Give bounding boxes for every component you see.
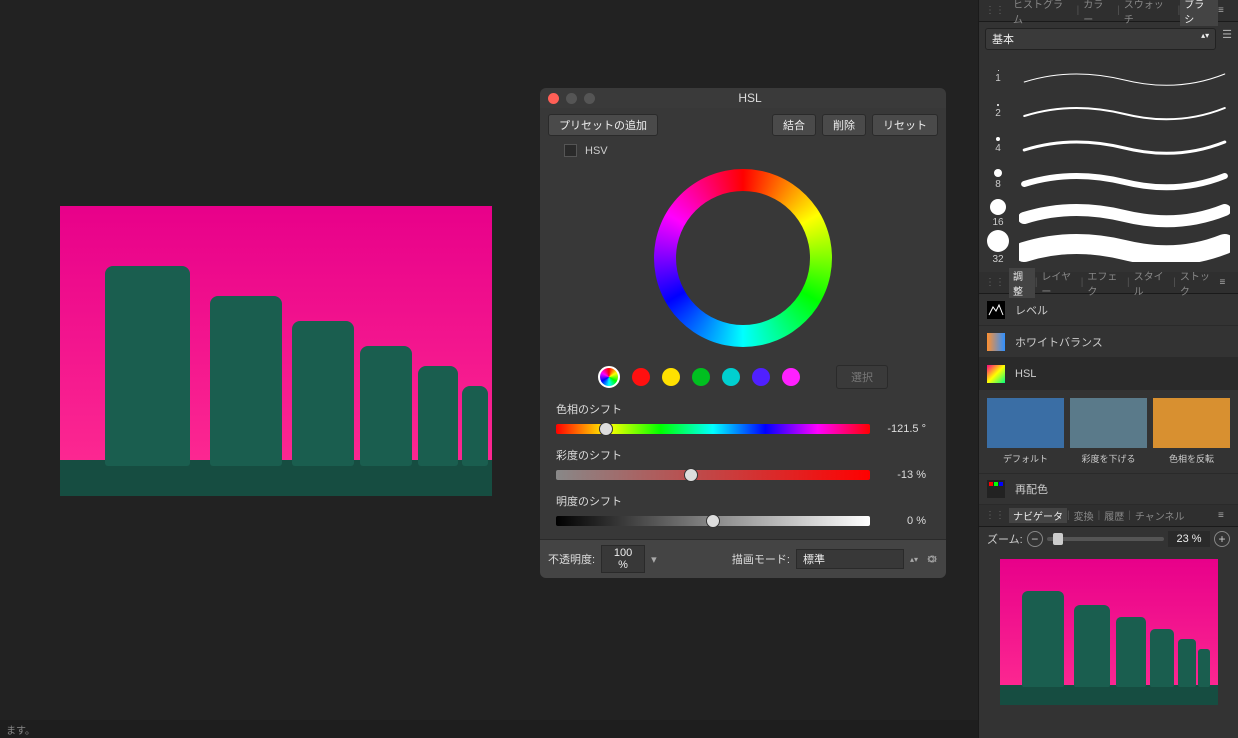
zoom-value[interactable]: 23 % xyxy=(1168,531,1210,547)
panel-menu-icon[interactable]: ≡ xyxy=(1218,5,1232,16)
brush-category-select[interactable]: 基本▴▾ xyxy=(985,28,1216,50)
mid-tabbar: ⋮⋮ 調整 | レイヤー | エフェク | スタイル | ストック ≡ xyxy=(979,272,1238,294)
right-panel: ⋮⋮ ヒストグラム | カラー | スウォッチ | ブラシ ≡ 基本▴▾ ☰ 1… xyxy=(978,0,1238,738)
zoom-out-button[interactable]: − xyxy=(1027,531,1043,547)
panel-menu-icon[interactable]: ≡ xyxy=(1218,510,1232,521)
hsl-icon xyxy=(987,365,1005,383)
close-icon[interactable] xyxy=(548,93,559,104)
master-swatch[interactable] xyxy=(598,366,620,388)
swatch-magenta[interactable] xyxy=(782,368,800,386)
navigator-thumbnail[interactable] xyxy=(1000,559,1218,705)
lum-slider[interactable] xyxy=(556,516,870,526)
tab-history[interactable]: 履歴 xyxy=(1100,508,1128,523)
sat-value[interactable]: -13 % xyxy=(878,467,930,483)
dialog-titlebar[interactable]: HSL xyxy=(540,88,946,108)
top-tabbar: ⋮⋮ ヒストグラム | カラー | スウォッチ | ブラシ ≡ xyxy=(979,0,1238,22)
swatch-green[interactable] xyxy=(692,368,710,386)
tab-navigator[interactable]: ナビゲータ xyxy=(1009,508,1067,523)
nav-tabbar: ⋮⋮ ナビゲータ | 変換 | 履歴 | チャンネル ≡ xyxy=(979,505,1238,527)
hue-shift-label: 色相のシフト xyxy=(556,401,930,417)
hue-slider[interactable] xyxy=(556,424,870,434)
adjust-white-balance[interactable]: ホワイトバランス xyxy=(979,326,1238,358)
tab-stock[interactable]: ストック xyxy=(1176,268,1220,298)
blend-label: 描画モード: xyxy=(732,551,790,567)
levels-icon xyxy=(987,301,1005,319)
blend-select[interactable]: 標準 xyxy=(796,549,904,569)
tab-channels[interactable]: チャンネル xyxy=(1131,508,1189,523)
dialog-title: HSL xyxy=(562,91,938,105)
brush-row[interactable]: 1 xyxy=(987,60,1230,94)
brush-row[interactable]: 16 xyxy=(987,196,1230,230)
adjust-recolor[interactable]: 再配色 xyxy=(979,473,1238,505)
preset-row: デフォルト 彩度を下げる 色相を反転 xyxy=(979,390,1238,473)
hsv-label: HSV xyxy=(585,145,608,157)
zoom-slider[interactable] xyxy=(1047,537,1164,541)
list-view-icon[interactable]: ☰ xyxy=(1222,28,1232,50)
hsv-checkbox[interactable] xyxy=(564,144,577,157)
brush-row[interactable]: 8 xyxy=(987,162,1230,196)
color-wheel[interactable] xyxy=(654,169,832,347)
lum-value[interactable]: 0 % xyxy=(878,513,930,529)
adjust-hsl[interactable]: HSL xyxy=(979,358,1238,390)
swatch-blue[interactable] xyxy=(752,368,770,386)
panel-menu-icon[interactable]: ≡ xyxy=(1220,277,1232,288)
tab-effects[interactable]: エフェク xyxy=(1083,268,1127,298)
preset-invert-hue[interactable]: 色相を反転 xyxy=(1153,398,1230,465)
preset-default[interactable]: デフォルト xyxy=(987,398,1064,465)
tab-adjust[interactable]: 調整 xyxy=(1009,268,1035,298)
brush-row[interactable]: 2 xyxy=(987,94,1230,128)
adjust-levels[interactable]: レベル xyxy=(979,294,1238,326)
hsl-dialog[interactable]: HSL プリセットの追加 結合 削除 リセット HSV 選択 色相のシフ xyxy=(540,88,946,578)
opacity-label: 不透明度: xyxy=(548,551,595,567)
brush-row[interactable]: 32 xyxy=(987,230,1230,264)
add-preset-button[interactable]: プリセットの追加 xyxy=(548,114,658,136)
swatch-cyan[interactable] xyxy=(722,368,740,386)
swatch-yellow[interactable] xyxy=(662,368,680,386)
lum-shift-label: 明度のシフト xyxy=(556,493,930,509)
tab-transform[interactable]: 変換 xyxy=(1070,508,1098,523)
hue-value[interactable]: -121.5 ° xyxy=(878,421,930,437)
select-button[interactable]: 選択 xyxy=(836,365,888,389)
opacity-input[interactable]: 100 % xyxy=(601,545,645,573)
delete-button[interactable]: 削除 xyxy=(822,114,866,136)
brush-row[interactable]: 4 xyxy=(987,128,1230,162)
reset-button[interactable]: リセット xyxy=(872,114,938,136)
brush-list[interactable]: 12481632 xyxy=(979,56,1238,272)
zoom-label: ズーム: xyxy=(987,531,1023,547)
tab-layers[interactable]: レイヤー xyxy=(1037,268,1080,298)
swatch-red[interactable] xyxy=(632,368,650,386)
sat-shift-label: 彩度のシフト xyxy=(556,447,930,463)
color-swatch-row: 選択 xyxy=(548,357,938,401)
sat-slider[interactable] xyxy=(556,470,870,480)
recolor-icon xyxy=(987,480,1005,498)
merge-button[interactable]: 結合 xyxy=(772,114,816,136)
document-image[interactable] xyxy=(60,206,492,496)
white-balance-icon xyxy=(987,333,1005,351)
zoom-in-button[interactable]: + xyxy=(1214,531,1230,547)
preset-desat[interactable]: 彩度を下げる xyxy=(1070,398,1147,465)
tab-styles[interactable]: スタイル xyxy=(1130,268,1174,298)
status-bar: ます。 xyxy=(0,720,978,738)
gear-icon[interactable] xyxy=(924,552,938,566)
